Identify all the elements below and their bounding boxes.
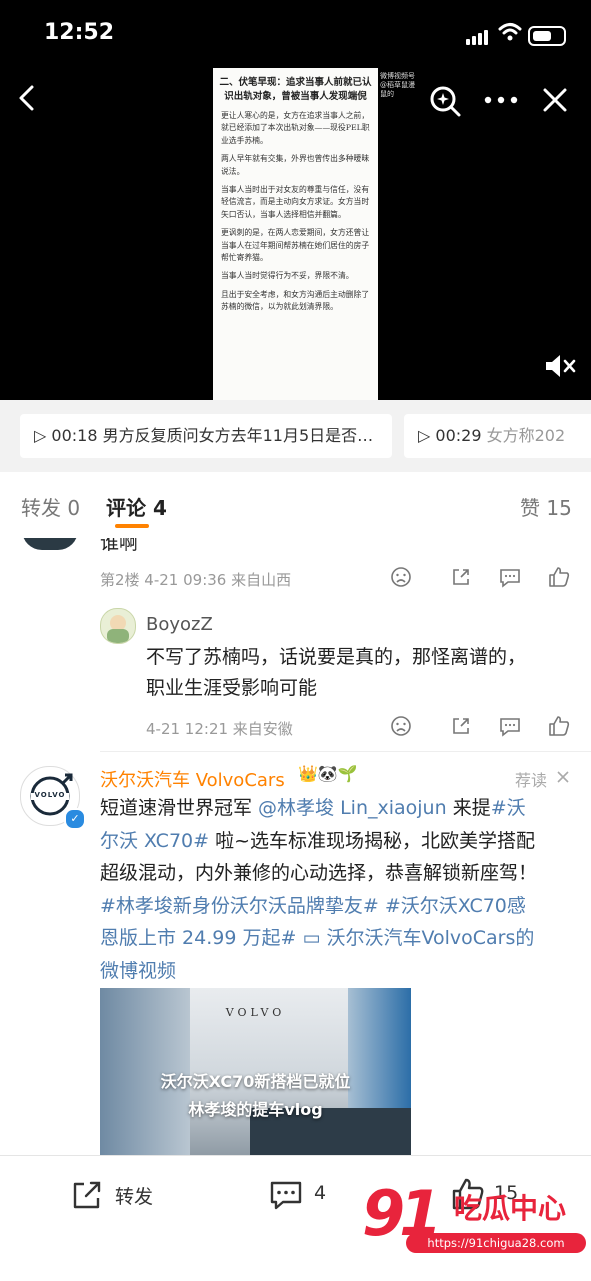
reply-text: 不写了苏楠吗，话说要是真的，那怪离谱的，职业生涯受影响可能 xyxy=(146,646,527,699)
search-sparkle-icon[interactable] xyxy=(428,84,462,118)
mention-link[interactable]: @林孝埈 Lin_xiaojun xyxy=(258,797,447,819)
back-arrow-icon[interactable] xyxy=(14,84,42,112)
tab-active-indicator xyxy=(115,524,149,528)
tab-repost[interactable]: 转发 0 xyxy=(21,492,80,521)
logo-url: https://91chigua28.com xyxy=(406,1233,586,1253)
video-paragraph: 当事人当时觉得行为不妥，界限不清。 xyxy=(221,271,354,281)
like-icon[interactable] xyxy=(547,714,571,738)
play-icon: ▷ xyxy=(34,426,52,445)
dislike-icon[interactable] xyxy=(390,715,412,737)
more-icon[interactable] xyxy=(484,96,518,104)
status-time: 12:52 xyxy=(44,20,115,45)
hashtag-link[interactable]: #林孝埈新身份沃尔沃品牌挚友# xyxy=(100,895,379,917)
comment-meta: 第2楼 4-21 09:36 来自山西 xyxy=(100,571,292,589)
thumb-subtitle: 林孝埈的提车vlog xyxy=(188,1100,323,1119)
mute-icon[interactable] xyxy=(543,352,577,380)
share-icon[interactable] xyxy=(450,715,472,737)
promoted-tag: 荐读 xyxy=(515,771,548,790)
chip-time: 00:29 xyxy=(435,426,482,445)
timestamp-chip[interactable]: ▷ 00:29 女方称202 xyxy=(404,414,591,458)
thumb-brand: VOLVO xyxy=(225,1006,286,1019)
cellular-signal-icon xyxy=(466,26,490,45)
member-badges-icon: 👑🐼🌱 xyxy=(298,764,358,783)
close-icon[interactable] xyxy=(542,87,568,113)
comment-icon[interactable] xyxy=(498,566,522,588)
video-paragraph: 两人早年就有交集，外界也曾传出多种暧昧说法。 xyxy=(221,154,370,176)
logo-name: 吃瓜中心 xyxy=(454,1192,567,1225)
status-bar: 12:52 xyxy=(0,0,591,64)
post-text-part: 短道速滑世界冠军 xyxy=(100,797,259,819)
avatar xyxy=(100,608,136,644)
post-text-part: 来提 xyxy=(446,797,491,819)
verified-badge-icon: ✓ xyxy=(64,808,86,830)
chip-time: 00:18 xyxy=(51,426,98,445)
repost-icon[interactable] xyxy=(70,1178,104,1212)
thumb-title: 沃尔沃XC70新搭档已就位 xyxy=(160,1072,351,1091)
comment-text: 谁啊 xyxy=(100,538,139,554)
detail-tabs: 转发 0 评论 4 赞 15 xyxy=(0,472,591,539)
timestamp-chips: ▷ 00:18 男方反复质问女方去年11月5日是否… ▷ 00:29 女方称20… xyxy=(0,400,591,472)
video-paragraph: 更讽刺的是，在两人恋爱期间，女方还曾让当事人在过年期间帮苏楠在她们居住的房子帮忙… xyxy=(221,228,370,263)
video-frame: 二、伏笔早现：追求当事人前就已认识出轨对象，曾被当事人发现端倪 更让人寒心的是，… xyxy=(213,68,378,400)
comment-list: 谁啊 第2楼 4-21 09:36 来自山西 BoyozZ 不写了苏楠吗，话说要… xyxy=(0,538,591,1155)
video-paragraph: 更让人寒心的是，女方在追求当事人之前，就已经添加了本次出轨对象——现役PEL职业… xyxy=(221,111,370,145)
avatar-brand-text: VOLVO xyxy=(34,791,66,799)
wifi-icon xyxy=(498,23,522,41)
like-icon[interactable] xyxy=(547,565,571,589)
comment-count[interactable]: 4 xyxy=(314,1182,326,1204)
video-paragraph: 当事人当时出于对女友的尊重与信任，没有轻信流言，而是主动向女方求证。女方当时矢口… xyxy=(221,185,370,219)
avatar xyxy=(22,538,78,550)
video-heading: 二、伏笔早现：追求当事人前就已认识出轨对象，曾被当事人发现端倪 xyxy=(219,77,372,102)
battery-icon xyxy=(528,26,566,46)
timestamp-chip[interactable]: ▷ 00:18 男方反复质问女方去年11月5日是否… xyxy=(20,414,392,458)
share-icon[interactable] xyxy=(450,566,472,588)
video-watermark: 微博视频号 @稻草鼠漫鼠的 xyxy=(380,72,415,98)
tab-comment[interactable]: 评论 4 xyxy=(106,492,167,521)
comment-icon[interactable] xyxy=(498,715,522,737)
comment-icon[interactable] xyxy=(268,1178,304,1212)
tab-like[interactable]: 赞 15 xyxy=(520,492,572,521)
divider xyxy=(100,751,591,752)
video-paragraph: 且出于安全考虑，和女方沟通后主动删除了苏楠的微信，以为就此划清界限。 xyxy=(221,289,370,312)
video-link-icon: ▭ xyxy=(302,927,327,949)
video-thumbnail[interactable]: VOLVO 沃尔沃XC70新搭档已就位 林孝埈的提车vlog xyxy=(100,988,411,1155)
chip-text: 男方反复质问女方去年11月5日是否… xyxy=(102,426,374,445)
site-watermark-logo: 91 吃瓜中心 https://91chigua28.com xyxy=(362,1177,588,1265)
chip-text: 女方称202 xyxy=(486,426,566,445)
reply-username[interactable]: BoyozZ xyxy=(146,614,213,635)
dislike-icon[interactable] xyxy=(390,566,412,588)
brand-name[interactable]: 沃尔沃汽车 VolvoCars xyxy=(100,766,285,792)
repost-button[interactable]: 转发 xyxy=(115,1182,153,1209)
reply-meta: 4-21 12:21 来自安徽 xyxy=(146,720,293,738)
play-icon: ▷ xyxy=(418,426,436,445)
post-text: 短道速滑世界冠军 @林孝埈 Lin_xiaojun 来提#沃尔沃 XC70# 啦… xyxy=(100,792,540,987)
dismiss-icon[interactable] xyxy=(556,770,570,784)
